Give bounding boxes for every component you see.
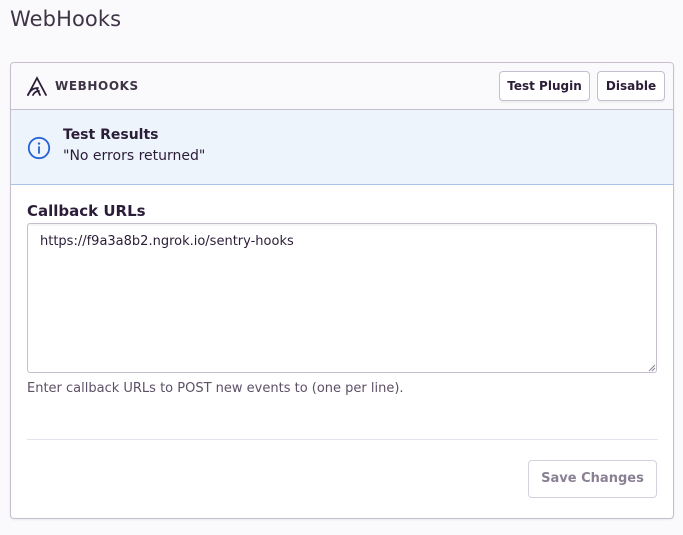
alert-title: Test Results [63, 127, 159, 143]
info-circle-icon [27, 136, 51, 160]
disable-button[interactable]: Disable [597, 71, 665, 101]
callback-urls-textarea[interactable] [27, 223, 657, 373]
divider [27, 439, 658, 440]
resize-grip-icon[interactable] [648, 364, 656, 372]
webhooks-logo-icon [27, 76, 47, 96]
page-title: WebHooks [10, 7, 122, 31]
page: WebHooks WEBHOOKS Test Plugin Disable Te… [0, 0, 683, 535]
callback-urls-help: Enter callback URLs to POST new events t… [27, 381, 404, 396]
webhooks-panel: WEBHOOKS Test Plugin Disable Test Result… [10, 62, 674, 519]
test-results-alert: Test Results "No errors returned" [11, 110, 673, 185]
test-plugin-button[interactable]: Test Plugin [499, 71, 590, 101]
alert-message: "No errors returned" [63, 148, 206, 164]
callback-urls-label: Callback URLs [27, 202, 146, 220]
panel-header: WEBHOOKS Test Plugin Disable [11, 63, 673, 110]
save-changes-button[interactable]: Save Changes [528, 460, 657, 498]
panel-title: WEBHOOKS [55, 79, 139, 93]
